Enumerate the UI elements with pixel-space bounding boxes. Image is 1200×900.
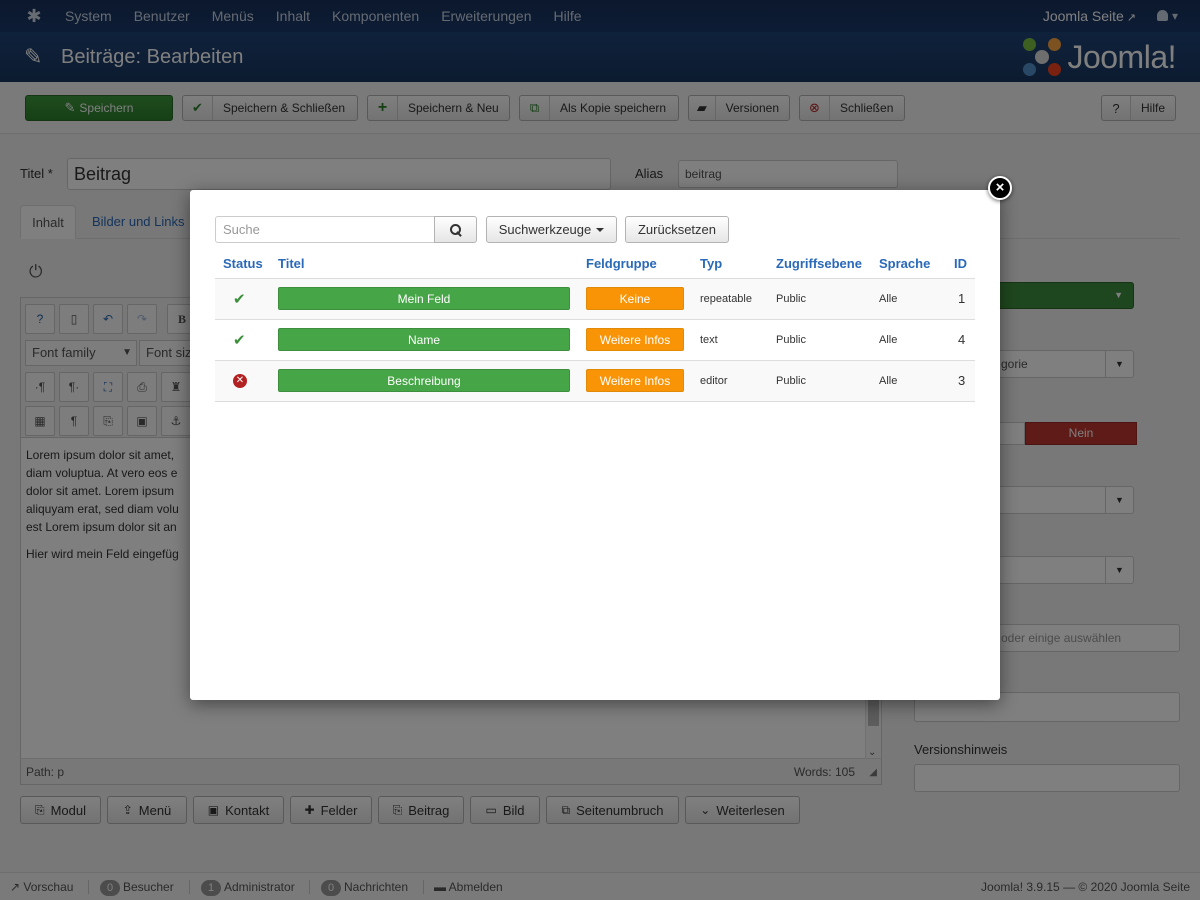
- field-title-button[interactable]: Mein Feld: [278, 287, 570, 310]
- column-id[interactable]: ID: [946, 250, 975, 279]
- status-cell: ✔: [215, 278, 270, 320]
- column-status[interactable]: Status: [215, 250, 270, 279]
- search-button[interactable]: [434, 216, 477, 243]
- access-cell: Public: [768, 319, 871, 361]
- id-cell: 3: [946, 360, 975, 402]
- column-language[interactable]: Sprache: [871, 250, 946, 279]
- column-access[interactable]: Zugriffsebene: [768, 250, 871, 279]
- table-row: ✔ Name Weitere Infos text Public Alle 4: [215, 319, 975, 361]
- unpublished-icon[interactable]: ✕: [233, 373, 247, 388]
- type-cell: repeatable: [692, 278, 768, 320]
- modal-close-button[interactable]: ×: [988, 176, 1012, 200]
- type-cell: editor: [692, 360, 768, 402]
- search-tools-label: Suchwerkzeuge: [498, 222, 592, 237]
- search-icon: [449, 223, 462, 236]
- reset-button[interactable]: Zurücksetzen: [625, 216, 729, 243]
- close-icon: ×: [995, 179, 1005, 196]
- search-input[interactable]: Suche: [215, 216, 435, 243]
- field-title-button[interactable]: Beschreibung: [278, 369, 570, 392]
- language-cell: Alle: [871, 319, 946, 361]
- title-cell: Beschreibung: [270, 360, 578, 402]
- search-tools-button[interactable]: Suchwerkzeuge: [486, 216, 617, 243]
- id-cell: 4: [946, 319, 975, 361]
- group-cell: Keine: [578, 278, 692, 320]
- access-cell: Public: [768, 360, 871, 402]
- table-row: ✔ Mein Feld Keine repeatable Public Alle…: [215, 278, 975, 320]
- group-cell: Weitere Infos: [578, 319, 692, 361]
- title-cell: Name: [270, 319, 578, 361]
- group-cell: Weitere Infos: [578, 360, 692, 402]
- access-cell: Public: [768, 278, 871, 320]
- table-header: Status Titel Feldgruppe Typ Zugriffseben…: [215, 250, 975, 279]
- field-title-button[interactable]: Name: [278, 328, 570, 351]
- field-group-badge[interactable]: Keine: [586, 287, 684, 310]
- field-group-badge[interactable]: Weitere Infos: [586, 369, 684, 392]
- column-group[interactable]: Feldgruppe: [578, 250, 692, 279]
- status-cell: ✔: [215, 319, 270, 361]
- table-row: ✕ Beschreibung Weitere Infos editor Publ…: [215, 360, 975, 402]
- id-cell: 1: [946, 278, 975, 320]
- fields-modal: Suche Suchwerkzeuge Zurücksetzen Status …: [190, 190, 1000, 700]
- language-cell: Alle: [871, 278, 946, 320]
- status-cell: ✕: [215, 360, 270, 402]
- field-group-badge[interactable]: Weitere Infos: [586, 328, 684, 351]
- fields-table: Status Titel Feldgruppe Typ Zugriffseben…: [215, 250, 975, 402]
- check-icon[interactable]: ✔: [233, 291, 246, 308]
- language-cell: Alle: [871, 360, 946, 402]
- caret-down-icon: [596, 227, 605, 232]
- column-type[interactable]: Typ: [692, 250, 768, 279]
- title-cell: Mein Feld: [270, 278, 578, 320]
- type-cell: text: [692, 319, 768, 361]
- column-title[interactable]: Titel: [270, 250, 578, 279]
- check-icon[interactable]: ✔: [233, 332, 246, 349]
